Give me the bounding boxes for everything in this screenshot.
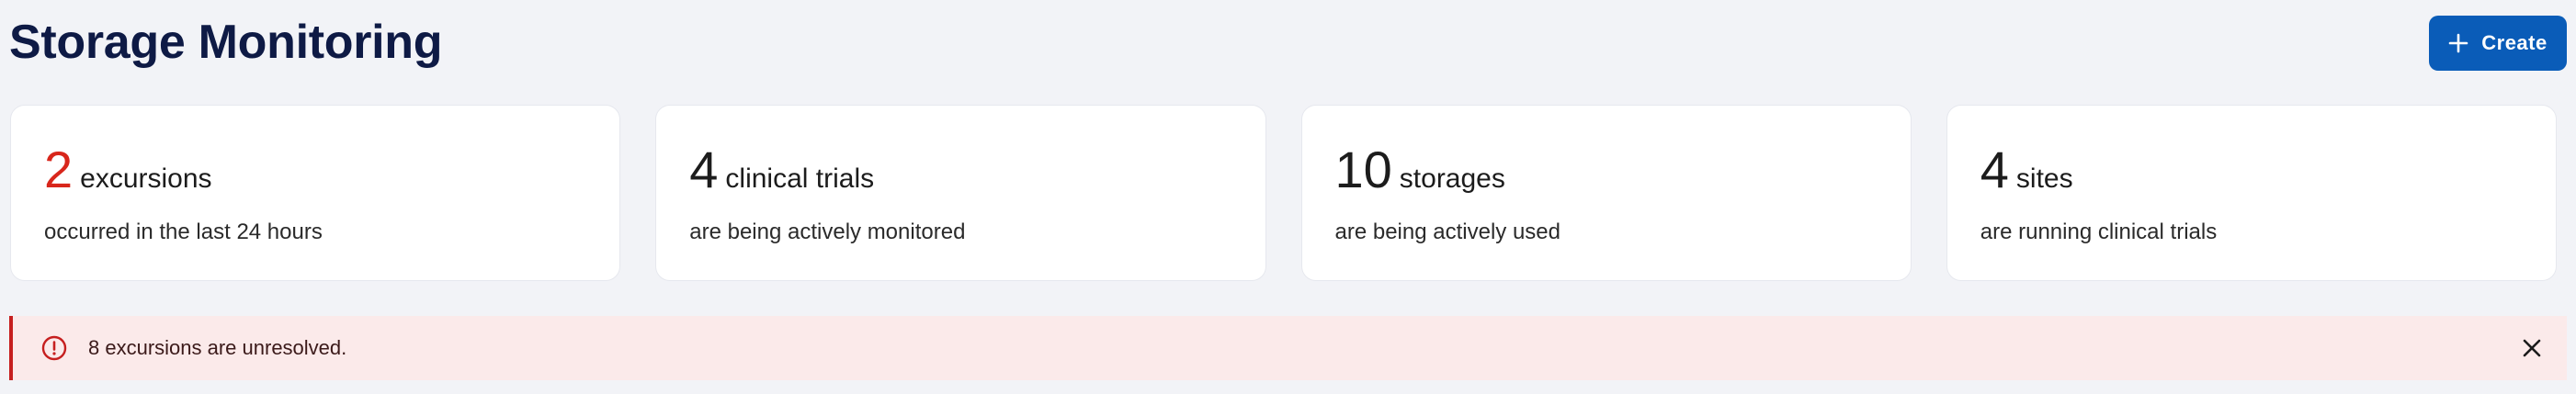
- card-headline: 4 sites: [1980, 137, 2073, 203]
- storage-monitoring-page: Storage Monitoring Create 2 excursions o…: [0, 0, 2576, 394]
- summary-card-storages: 10 storages are being actively used: [1300, 105, 1912, 281]
- card-unit: storages: [1399, 163, 1505, 194]
- unresolved-excursions-alert: 8 excursions are unresolved.: [9, 316, 2567, 380]
- alert-message: 8 excursions are unresolved.: [88, 336, 347, 359]
- card-headline: 4 clinical trials: [689, 137, 874, 203]
- error-circle-icon: [41, 335, 67, 361]
- plus-icon: [2448, 33, 2468, 53]
- create-button[interactable]: Create: [2429, 16, 2567, 71]
- summary-card-clinical-trials: 4 clinical trials are being actively mon…: [655, 105, 1266, 281]
- create-button-label: Create: [2481, 31, 2548, 54]
- card-value: 10: [1334, 141, 1392, 198]
- card-headline: 2 excursions: [44, 137, 212, 203]
- card-description: occurred in the last 24 hours: [44, 220, 323, 244]
- summary-cards: 2 excursions occurred in the last 24 hou…: [10, 105, 2557, 281]
- card-description: are running clinical trials: [1980, 220, 2218, 244]
- card-headline: 10 storages: [1335, 137, 1505, 203]
- page-header: Storage Monitoring Create: [9, 0, 2567, 84]
- card-value: 4: [689, 141, 719, 198]
- card-value: 2: [44, 141, 74, 198]
- card-unit: clinical trials: [725, 163, 875, 194]
- close-icon[interactable]: [2521, 337, 2543, 359]
- card-description: are being actively monitored: [689, 220, 966, 244]
- card-value: 4: [1980, 141, 2009, 198]
- summary-card-sites: 4 sites are running clinical trials: [1946, 105, 2557, 281]
- card-description: are being actively used: [1334, 220, 1560, 244]
- summary-card-excursions: 2 excursions occurred in the last 24 hou…: [10, 105, 621, 281]
- card-unit: excursions: [80, 163, 212, 194]
- page-title: Storage Monitoring: [9, 16, 443, 69]
- card-unit: sites: [2015, 163, 2073, 194]
